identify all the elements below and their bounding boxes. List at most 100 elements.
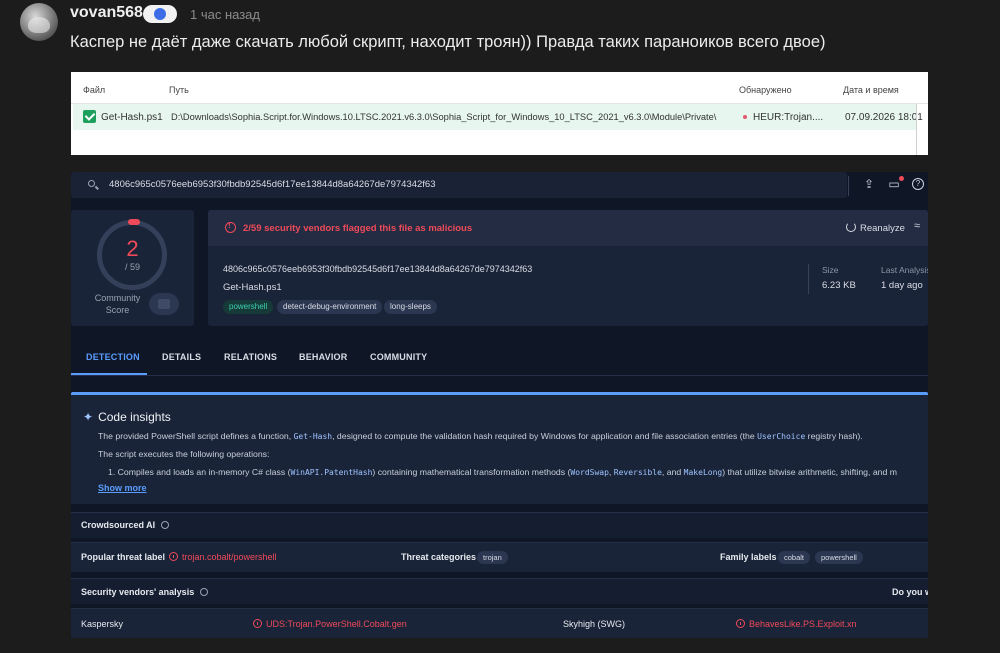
avatar[interactable] <box>20 3 58 41</box>
score-arc-indicator <box>128 219 140 225</box>
popular-threat-label: Popular threat label <box>81 552 166 562</box>
vendors-analysis-header: Security vendors' analysis Do you w <box>71 578 928 604</box>
alert-icon <box>253 619 262 628</box>
vendor-result: UDS:Trojan.PowerShell.Cobalt.gen <box>253 619 407 629</box>
insights-text: ) containing mathematical transformation… <box>372 467 571 477</box>
username[interactable]: vovan568 <box>70 4 143 22</box>
alert-icon <box>225 221 236 233</box>
toolbar-divider <box>848 176 849 196</box>
community-score-label-line1: Community <box>94 293 141 303</box>
community-vote-icon <box>149 293 179 315</box>
scrollbar <box>916 104 917 155</box>
tab-relations: RELATIONS <box>224 352 278 362</box>
tag-powershell: powershell <box>223 300 274 314</box>
code-insights-title: ✦ Code insights <box>83 410 171 424</box>
category-chip: trojan <box>477 551 508 564</box>
insights-code: Reversible <box>613 468 662 477</box>
size-label: Size <box>822 265 839 275</box>
threat-categories-label: Threat categories <box>401 552 477 562</box>
comment-timestamp[interactable]: 1 час назад <box>190 7 260 22</box>
help-icon: ? <box>912 178 924 190</box>
checkbox-checked-icon <box>83 110 96 123</box>
popular-threat-value-text: trojan.cobalt/powershell <box>182 552 277 562</box>
reanalyze-icon <box>846 222 856 232</box>
info-icon <box>161 521 170 529</box>
insights-code: WinAPI.PatentHash <box>290 468 373 477</box>
similar-icon: ≈ <box>914 220 921 232</box>
vendor-result: BehavesLike.PS.Exploit.xn <box>736 619 857 629</box>
meta-divider <box>808 264 809 294</box>
insights-list-item-1: 1. Compiles and loads an in-memory C# cl… <box>108 467 897 477</box>
tag-detect-debug-environment: detect-debug-environment <box>277 300 383 314</box>
insights-code: UserChoice <box>757 432 806 441</box>
detection-datetime: 07.09.2026 18:01 <box>845 112 923 123</box>
detected-file-path: D:\Downloads\Sophia.Script.for.Windows.1… <box>171 112 717 122</box>
upload-icon: ⇪ <box>863 177 875 191</box>
community-score-label-line2: Score <box>105 305 130 315</box>
popular-threat-value: trojan.cobalt/powershell <box>169 552 277 562</box>
active-tab-indicator <box>71 373 147 375</box>
vendor-result-text: BehavesLike.PS.Exploit.xn <box>749 619 857 629</box>
search-bar: 4806c965c0576eeb6953f30fbdb92545d6f17ee1… <box>71 172 847 198</box>
search-input: 4806c965c0576eeb6953f30fbdb92545d6f17ee1… <box>109 179 436 190</box>
table-row: Get-Hash.ps1 D:\Downloads\Sophia.Script.… <box>73 104 923 130</box>
family-labels-label: Family labels <box>720 552 777 562</box>
flagged-text: 2/59 security vendors flagged this file … <box>243 223 473 234</box>
sparkle-icon: ✦ <box>83 410 94 424</box>
vendor-name: Skyhigh (SWG) <box>563 619 626 629</box>
size-value: 6.23 KB <box>822 280 856 291</box>
kaspersky-table-header: Файл Путь Обнаружено Дата и время <box>71 72 928 104</box>
insights-code: WordSwap <box>570 468 609 477</box>
alert-icon <box>169 552 178 561</box>
insights-text: , and <box>661 467 684 477</box>
insights-text: ) that utilize bitwise arithmetic, shift… <box>722 467 897 477</box>
code-insights-panel: ✦ Code insights The provided PowerShell s… <box>71 392 928 504</box>
insights-text: registry hash). <box>805 431 863 441</box>
tab-details: DETAILS <box>162 352 202 362</box>
column-path: Путь <box>169 85 189 95</box>
search-icon <box>88 180 95 187</box>
report-tabs: DETECTION DETAILS RELATIONS BEHAVIOR COM… <box>71 340 928 376</box>
comment-text: Каспер не даёт даже скачать любой скрипт… <box>70 33 826 51</box>
code-insights-title-text: Code insights <box>98 410 171 424</box>
notifications-icon: ▭ <box>888 177 900 191</box>
tab-community: COMMUNITY <box>370 352 428 362</box>
show-more-link: Show more <box>98 483 147 493</box>
insights-text: , designed to compute the validation has… <box>332 431 758 441</box>
insights-paragraph-1: The provided PowerShell script defines a… <box>98 431 863 441</box>
insights-paragraph-2: The script executes the following operat… <box>98 449 270 459</box>
vendors-header-right: Do you w <box>892 587 928 597</box>
threat-labels-row: Popular threat label trojan.cobalt/power… <box>71 542 928 572</box>
reanalyze-button: Reanalyze <box>860 223 905 234</box>
insights-code: Get-Hash <box>293 432 333 441</box>
malicious-banner: 2/59 security vendors flagged this file … <box>208 210 928 246</box>
vendor-result-text: UDS:Trojan.PowerShell.Cobalt.gen <box>266 619 407 629</box>
last-analysis-value: 1 day ago <box>881 280 923 291</box>
vendors-analysis-title: Security vendors' analysis <box>81 587 209 597</box>
notification-dot-icon <box>899 176 904 181</box>
detected-threat: HEUR:Trojan.... <box>753 112 824 123</box>
family-chip: cobalt <box>778 551 811 564</box>
insights-text: 1. Compiles and loads an in-memory C# cl… <box>108 467 291 477</box>
file-info-card: 2/59 security vendors flagged this file … <box>208 210 928 326</box>
file-hash: 4806c965c0576eeb6953f30fbdb92545d6f17ee1… <box>223 264 533 274</box>
insights-text: The provided PowerShell script defines a… <box>98 431 294 441</box>
detection-count: 2 <box>126 236 139 261</box>
vendor-name: Kaspersky <box>81 619 124 629</box>
vendors-analysis-title-text: Security vendors' analysis <box>81 587 195 597</box>
column-detected: Обнаружено <box>739 85 792 95</box>
alert-icon <box>736 619 745 628</box>
detection-score-card: 2 / 59 Community Score <box>71 210 194 326</box>
community-score-label: Community Score <box>90 292 145 316</box>
family-chip: powershell <box>815 551 863 564</box>
tag-long-sleeps: long-sleeps <box>384 300 437 314</box>
insights-code: MakeLong <box>683 468 723 477</box>
tab-behavior: BEHAVIOR <box>299 352 348 362</box>
toolbar-icons: ⇪ ▭ ? <box>848 176 928 196</box>
tab-detection: DETECTION <box>86 352 140 362</box>
info-icon <box>200 588 209 596</box>
last-analysis-label: Last Analysis <box>881 265 928 275</box>
vendor-row: Kaspersky UDS:Trojan.PowerShell.Cobalt.g… <box>71 608 928 638</box>
crowdsourced-ai-header: Crowdsourced AI <box>71 512 928 538</box>
detected-file-name: Get-Hash.ps1 <box>101 112 163 123</box>
